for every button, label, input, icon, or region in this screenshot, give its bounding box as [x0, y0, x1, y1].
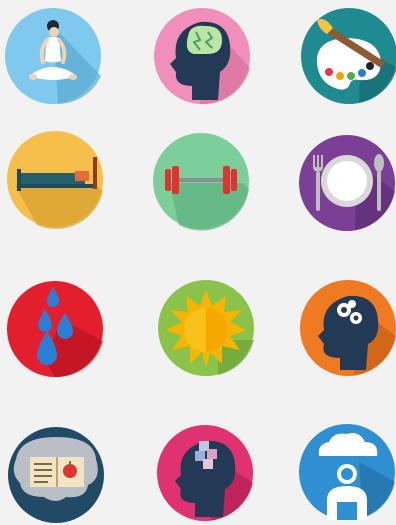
dumbbell-exercise-icon	[151, 131, 251, 231]
water-drops-icon	[5, 279, 105, 379]
paint-palette-icon	[299, 6, 396, 106]
head-gears-icon	[298, 278, 396, 378]
sun-icon	[156, 278, 256, 378]
brain-book-icon	[6, 425, 106, 525]
plate-cutlery-icon	[297, 133, 396, 233]
brain-mind-icon	[152, 6, 252, 106]
head-puzzle-icon	[155, 423, 255, 523]
icon-grid	[0, 0, 396, 523]
bed-sleep-icon	[5, 129, 105, 229]
meditation-icon	[3, 6, 103, 106]
person-cloud-icon	[297, 422, 396, 522]
